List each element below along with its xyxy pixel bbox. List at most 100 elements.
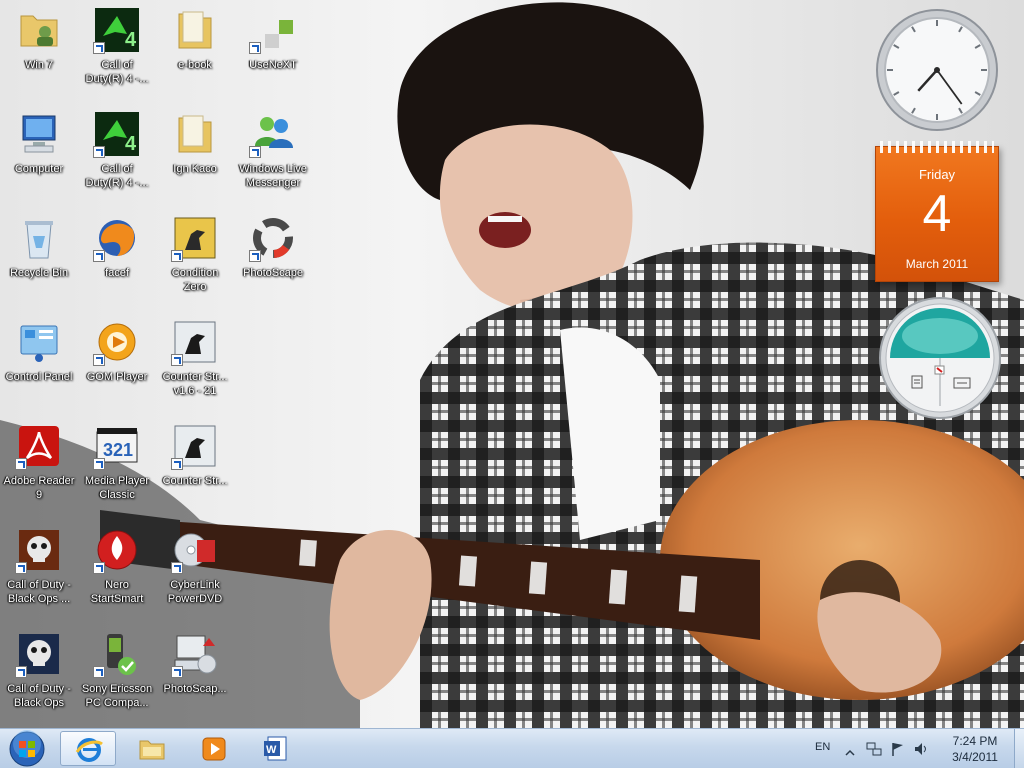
desktop-icon-label: UseNeXT xyxy=(249,59,297,71)
desktop-icon-ebook[interactable]: e-book xyxy=(158,2,232,102)
desktop-icon-sony-ericsson[interactable]: Sony Ericsson PC Compa... xyxy=(80,626,154,726)
desktop-icon-cod4-a[interactable]: 4 Call of Duty(R) 4 -... xyxy=(80,2,154,102)
desktop-icon-counter-strike-16[interactable]: Counter Str... v1.6 - 21 xyxy=(158,314,232,414)
photoscape-install-icon xyxy=(171,630,219,678)
desktop-icon-condition-zero[interactable]: Condition Zero xyxy=(158,210,232,310)
desktop-icon-label: Sony Ericsson PC Compa... xyxy=(81,683,153,709)
shortcut-arrow-icon xyxy=(15,562,27,574)
desktop-icon-label: Nero StartSmart xyxy=(90,579,144,605)
computer-icon xyxy=(15,110,63,158)
desktop-icon-label: Call of Duty - Black Ops xyxy=(7,683,71,709)
tray-clock[interactable]: 7:24 PM 3/4/2011 xyxy=(935,733,1015,765)
calendar-gadget[interactable]: Friday 4 March 2011 xyxy=(875,141,999,282)
folder-icon xyxy=(171,110,219,158)
desktop-icon-label: Control Panel xyxy=(5,371,73,383)
desktop-icon-label: Condition Zero xyxy=(171,267,219,293)
cod4-icon: 4 xyxy=(93,6,141,54)
desktop-icon-gom-player[interactable]: GOM Player xyxy=(80,314,154,414)
tray-time: 7:24 PM xyxy=(952,734,998,748)
counter-strike-icon xyxy=(171,422,219,470)
desktop-icon-label: Counter Str... v1.6 - 21 xyxy=(162,371,228,397)
desktop-icon-windows-live-messenger[interactable]: Windows Live Messenger xyxy=(236,106,310,206)
shortcut-arrow-icon xyxy=(15,458,27,470)
desktop-icon-powerdvd[interactable]: CyberLink PowerDVD xyxy=(158,522,232,622)
control-panel-icon xyxy=(15,318,63,366)
desktop-icon-media-player-classic[interactable]: 321 Media Player Classic xyxy=(80,418,154,518)
svg-text:W: W xyxy=(266,744,277,756)
desktop-icon-label: e-book xyxy=(178,59,212,71)
desktop-icon-control-panel[interactable]: Control Panel xyxy=(2,314,76,414)
usenext-icon xyxy=(249,6,297,54)
desktop-icon-computer[interactable]: Computer xyxy=(2,106,76,206)
alert-flag-icon xyxy=(934,365,945,375)
desktop-icon-counter-strike[interactable]: Counter Str... xyxy=(158,418,232,518)
shortcut-arrow-icon xyxy=(249,146,261,158)
calendar-month-year: March 2011 xyxy=(905,257,969,271)
desktop-icon-label: Counter Str... xyxy=(162,475,228,487)
action-center-flag-icon[interactable] xyxy=(890,741,906,757)
desktop-icon-black-ops-b[interactable]: Call of Duty - Black Ops xyxy=(2,626,76,726)
tray-date: 3/4/2011 xyxy=(952,750,998,764)
calendar-binding-rings xyxy=(880,141,994,153)
black-ops-icon xyxy=(15,526,63,574)
svg-text:4: 4 xyxy=(125,133,137,155)
desktop-icon-black-ops-a[interactable]: Call of Duty - Black Ops ... xyxy=(2,522,76,622)
calendar-day-name: Friday xyxy=(918,167,956,182)
shortcut-arrow-icon xyxy=(93,250,105,262)
svg-text:4: 4 xyxy=(125,29,137,51)
language-indicator[interactable]: EN xyxy=(815,741,830,753)
desktop-icon-label: Call of Duty(R) 4 -... xyxy=(85,163,149,189)
black-ops-icon xyxy=(15,630,63,678)
desktop-icon-label: GOM Player xyxy=(86,371,148,383)
desktop-icon-nero[interactable]: Nero StartSmart xyxy=(80,522,154,622)
firefox-icon xyxy=(93,214,141,262)
taskbar-explorer-button[interactable] xyxy=(124,731,180,766)
show-desktop-button[interactable] xyxy=(1014,729,1024,768)
clock-gadget[interactable] xyxy=(875,8,999,132)
show-hidden-icons-arrow-icon[interactable] xyxy=(845,743,855,756)
desktop-icon-label: Call of Duty(R) 4 -... xyxy=(85,59,149,85)
shortcut-arrow-icon xyxy=(93,458,105,470)
meter-gadget[interactable] xyxy=(878,296,1002,420)
nero-icon xyxy=(93,526,141,574)
shortcut-arrow-icon xyxy=(93,562,105,574)
media-player-classic-icon: 321 xyxy=(93,422,141,470)
desktop-icon-photoscape-2[interactable]: PhotoScap... xyxy=(158,626,232,726)
desktop-icon-label: Media Player Classic xyxy=(84,475,150,501)
taskbar-ie-button[interactable] xyxy=(60,731,116,766)
desktop[interactable]: Win 7 4 Call of Duty(R) 4 -... e-book Us… xyxy=(0,0,1024,768)
desktop-icon-adobe-reader[interactable]: Adobe Reader 9 xyxy=(2,418,76,518)
desktop-icon-label: PhotoScap... xyxy=(163,683,227,695)
shortcut-arrow-icon xyxy=(171,354,183,366)
desktop-icon-label: PhotoScape xyxy=(243,267,303,279)
gom-player-icon xyxy=(93,318,141,366)
shortcut-arrow-icon xyxy=(171,666,183,678)
taskbar[interactable]: W EN 7:24 PM 3/4/2011 xyxy=(0,728,1024,768)
desktop-icon-usenext[interactable]: UseNeXT xyxy=(236,2,310,102)
media-player-icon xyxy=(200,735,228,762)
desktop-icon-firefox[interactable]: facef xyxy=(80,210,154,310)
volume-speaker-icon[interactable] xyxy=(913,741,929,757)
desktop-icon-ign-kaco[interactable]: Ign Kaco xyxy=(158,106,232,206)
taskbar-word-button[interactable]: W xyxy=(248,731,304,766)
desktop-icon-photoscape[interactable]: PhotoScape xyxy=(236,210,310,310)
user-folder-icon xyxy=(15,6,63,54)
desktop-icon-win7[interactable]: Win 7 xyxy=(2,2,76,102)
word-icon: W xyxy=(262,735,290,762)
taskbar-media-player-button[interactable] xyxy=(186,731,242,766)
calendar-date-number: 4 xyxy=(922,185,952,243)
shortcut-arrow-icon xyxy=(93,42,105,54)
desktop-icon-recycle-bin[interactable]: Recycle Bin xyxy=(2,210,76,310)
desktop-icon-label: Recycle Bin xyxy=(9,267,69,279)
svg-text:321: 321 xyxy=(103,440,133,460)
shortcut-arrow-icon xyxy=(171,562,183,574)
start-button[interactable] xyxy=(4,730,50,768)
network-icon[interactable] xyxy=(866,741,882,757)
internet-explorer-icon xyxy=(75,736,103,763)
desktop-icon-label: Ign Kaco xyxy=(173,163,217,175)
desktop-icon-label: Windows Live Messenger xyxy=(239,163,307,189)
desktop-icon-label: Computer xyxy=(14,163,64,175)
powerdvd-icon xyxy=(171,526,219,574)
desktop-icon-label: Win 7 xyxy=(24,59,54,71)
desktop-icon-cod4-b[interactable]: 4 Call of Duty(R) 4 -... xyxy=(80,106,154,206)
